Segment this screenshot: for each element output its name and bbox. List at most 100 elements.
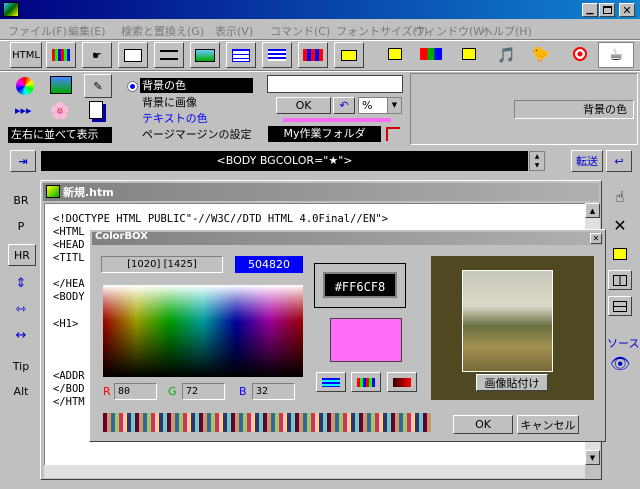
eyedropper-icon: ✎ — [93, 79, 103, 93]
menu-file[interactable]: ファイル(F) — [8, 23, 67, 39]
card-button[interactable] — [334, 42, 364, 68]
split-horizontal-button[interactable] — [608, 296, 632, 316]
split-vertical-button[interactable] — [608, 270, 632, 290]
form-button[interactable] — [118, 42, 148, 68]
window-copy-icon[interactable] — [613, 248, 627, 260]
color-strip-palette[interactable] — [103, 413, 431, 432]
tip-button[interactable]: Tip — [8, 360, 34, 373]
paste-image-button[interactable]: 画像貼付け — [476, 374, 548, 391]
html-button[interactable]: HTML — [10, 42, 42, 68]
hand-pointer-icon[interactable]: ☝ — [607, 188, 633, 206]
table-color-button[interactable] — [46, 42, 76, 68]
arrange-side-by-side-button[interactable]: 左右に並べて表示 — [8, 127, 112, 143]
coords-text: [1020] [1425] — [127, 259, 197, 270]
unit-select[interactable]: % ▼ — [358, 97, 402, 114]
bg-color-radio[interactable] — [127, 81, 138, 92]
colorbox-ok-button[interactable]: OK — [453, 415, 513, 434]
delete-x-icon[interactable]: ✕ — [607, 216, 633, 235]
list-button[interactable] — [262, 42, 292, 68]
align-button[interactable] — [154, 42, 184, 68]
form-icon — [124, 48, 142, 62]
picture-icon[interactable] — [50, 76, 72, 94]
gradient-button-2[interactable] — [351, 372, 381, 392]
yellow-box-icon[interactable] — [388, 48, 402, 60]
gradient-button-3[interactable] — [387, 372, 417, 392]
scroll-down-button[interactable]: ▼ — [585, 450, 600, 465]
menu-window[interactable]: ウィンドウ(W) — [414, 23, 488, 39]
hr-label: HR — [14, 248, 30, 262]
spinner-down-icon: ▼ — [534, 162, 540, 169]
source-button[interactable]: ソース — [607, 335, 639, 351]
coffee-icon[interactable]: ☕ — [598, 42, 634, 68]
code-line: </HEA — [53, 278, 85, 290]
close-button[interactable]: ✕ — [619, 3, 635, 17]
copy-page-icon[interactable] — [89, 101, 103, 119]
gradient-button-1[interactable] — [316, 372, 346, 392]
eyedropper-button[interactable]: ✎ — [84, 74, 112, 98]
maximize-button[interactable] — [599, 3, 615, 17]
spacer-icon[interactable]: ⇿ — [8, 302, 34, 317]
menu-view[interactable]: 表示(V) — [215, 23, 253, 39]
horizontal-scrollbar[interactable] — [44, 465, 585, 478]
editor-title: 新規.htm — [63, 186, 114, 199]
code-line: <HEAD — [53, 239, 85, 251]
split-vertical-icon — [613, 274, 627, 286]
folder-button[interactable]: My作業フォルダ — [268, 126, 381, 142]
insert-tag-button[interactable]: ⇥ — [10, 150, 36, 172]
p-tag-button[interactable]: P — [8, 220, 34, 233]
flowers-icon[interactable]: 🌸 — [50, 101, 70, 120]
hr-tag-button[interactable]: HR — [8, 244, 36, 266]
page-margin-option[interactable]: ページマージンの設定 — [142, 126, 252, 142]
green-value-field[interactable]: 72 — [182, 383, 225, 400]
br-tag-button[interactable]: BR — [8, 194, 34, 207]
palette-arrows-icon[interactable]: ▸▸▸ — [15, 104, 32, 117]
b-label: B — [239, 385, 247, 398]
link-button[interactable]: ☛ — [82, 42, 112, 68]
color-preview-bar — [283, 118, 391, 122]
color-spectrum-picker[interactable] — [103, 285, 303, 377]
red-value-field[interactable]: 80 — [114, 383, 157, 400]
alt-button[interactable]: Alt — [8, 385, 34, 398]
minimize-button[interactable]: ▁ — [582, 3, 598, 17]
menu-command[interactable]: コマンド(C) — [270, 23, 330, 39]
shapes-icon[interactable] — [420, 48, 442, 60]
table-button[interactable] — [226, 42, 256, 68]
tag-display[interactable]: <BODY BGCOLOR="★"> — [41, 151, 528, 171]
text-color-option[interactable]: テキストの色 — [142, 110, 208, 126]
menu-edit[interactable]: 編集(E) — [68, 23, 106, 39]
colorbox-close-button[interactable]: ✕ — [590, 233, 602, 244]
undo-button[interactable]: ↶ — [333, 97, 355, 114]
eye-icon[interactable]: 👁 — [610, 354, 630, 373]
toolbar-separator — [0, 70, 640, 72]
return-icon: ↩ — [614, 154, 624, 168]
menu-search-replace[interactable]: 検索と置換え(G) — [121, 23, 204, 39]
color-value-display: 504820 — [235, 256, 303, 273]
sound-icon[interactable]: 🎵 — [497, 46, 516, 64]
chevron-down-icon[interactable]: ▼ — [387, 98, 401, 113]
ok-button[interactable]: OK — [276, 97, 331, 114]
target-icon[interactable] — [573, 47, 587, 61]
bird-icon[interactable]: 🐤 — [531, 45, 550, 63]
indent-icon[interactable]: ⇕ — [8, 276, 34, 291]
tag-spinner[interactable]: ▲ ▼ — [529, 151, 545, 171]
scroll-up-button[interactable]: ▲ — [585, 203, 600, 218]
spinner-up-icon: ▲ — [534, 153, 540, 160]
bg-image-option[interactable]: 背景に画像 — [142, 94, 197, 110]
bg-color-option[interactable]: 背景の色 — [140, 78, 253, 93]
menu-help[interactable]: ヘルプ(H) — [482, 23, 532, 39]
return-button[interactable]: ↩ — [606, 150, 632, 172]
folder-tree-icon[interactable] — [386, 127, 400, 141]
unit-value: % — [362, 99, 373, 112]
code-line: </BOD — [53, 383, 85, 395]
blue-value-field[interactable]: 32 — [252, 383, 295, 400]
send-button[interactable]: 転送 — [571, 150, 603, 172]
value-input[interactable] — [267, 75, 403, 93]
marquee-icon[interactable] — [462, 48, 476, 60]
color-wheel-icon[interactable] — [16, 77, 34, 95]
image-button[interactable] — [190, 42, 220, 68]
app-icon[interactable] — [3, 2, 19, 17]
scroll-up-icon: ▲ — [589, 206, 596, 215]
frame-button[interactable] — [298, 42, 328, 68]
colorbox-cancel-button[interactable]: キャンセル — [517, 415, 579, 434]
width-icon[interactable]: ↔ — [8, 328, 34, 343]
